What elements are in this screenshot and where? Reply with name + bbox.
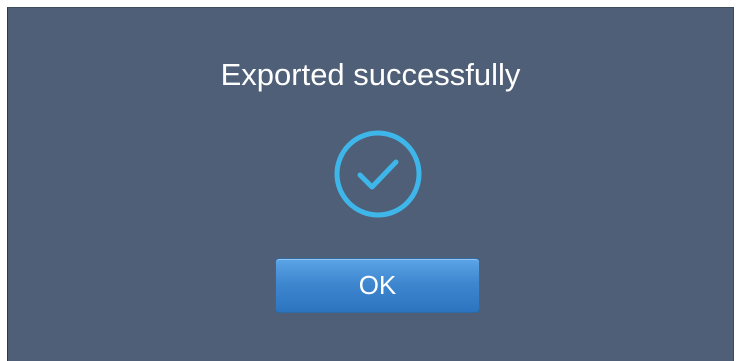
- export-result-dialog: Exported successfully OK: [7, 7, 734, 361]
- ok-button[interactable]: OK: [275, 258, 480, 313]
- dialog-message: Exported successfully: [220, 57, 521, 92]
- check-circle-icon: [334, 130, 422, 218]
